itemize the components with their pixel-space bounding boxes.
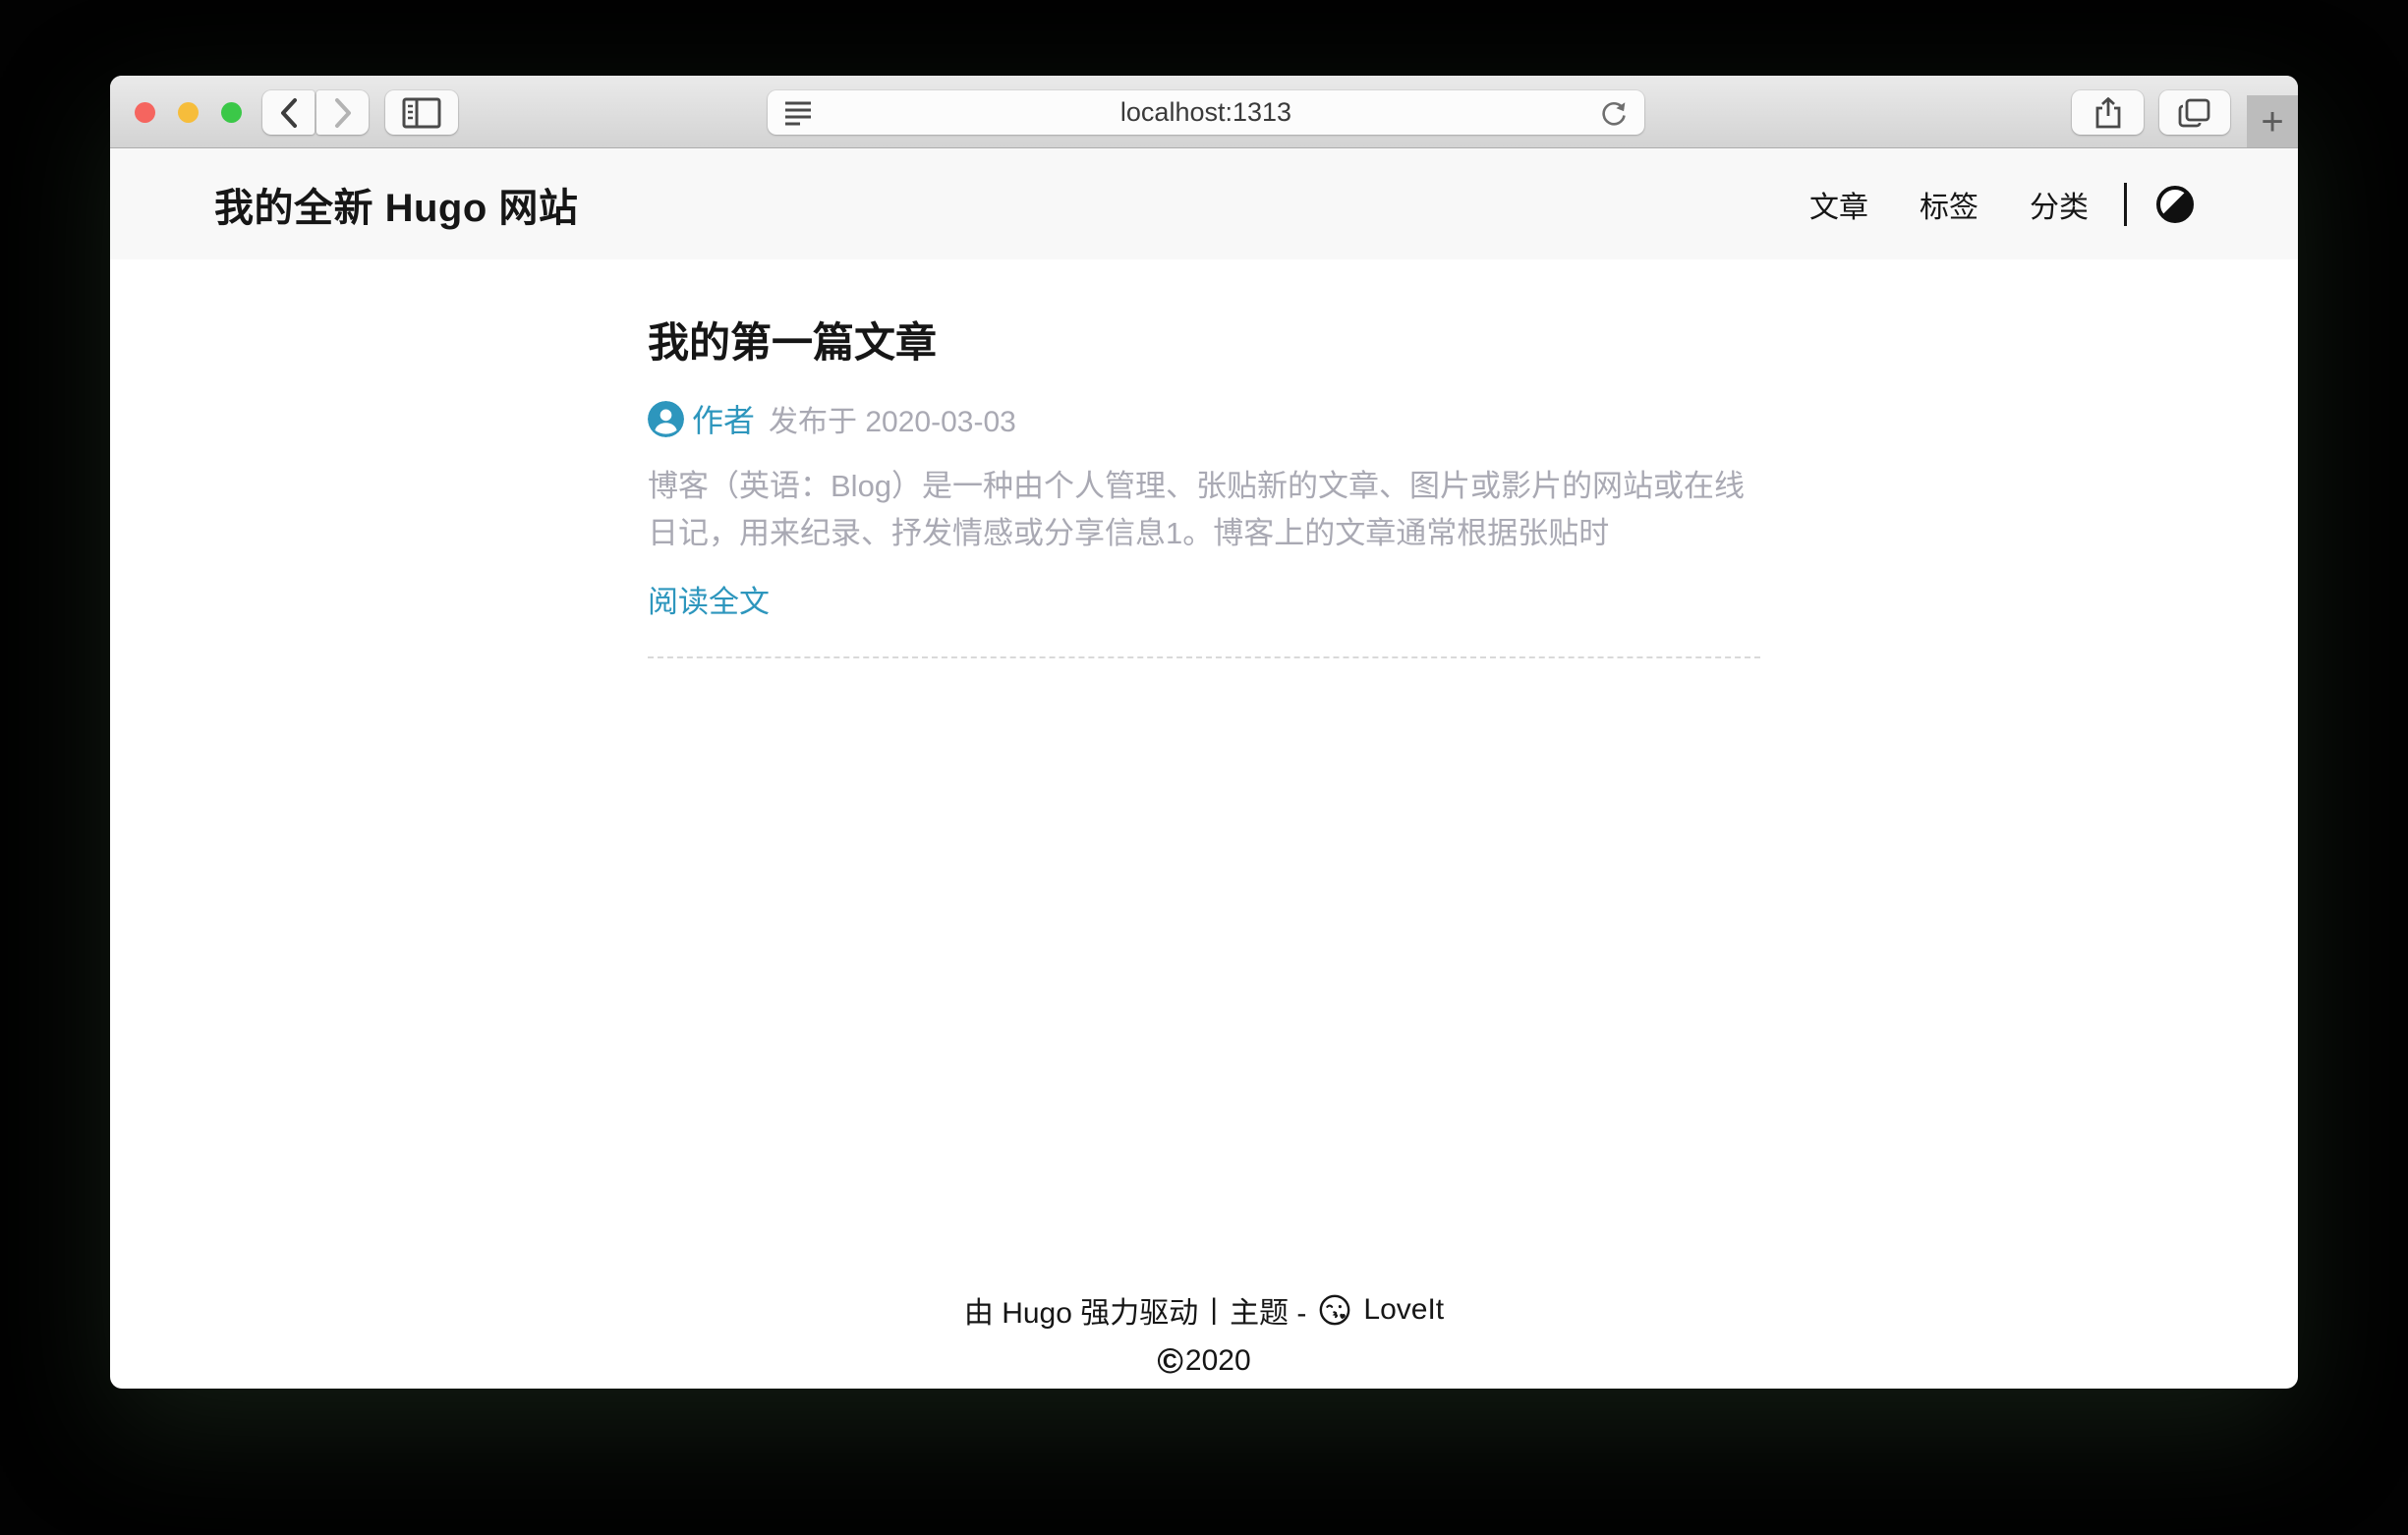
chevron-left-icon <box>279 97 299 129</box>
nav-item-posts[interactable]: 文章 <box>1809 183 1868 226</box>
footer-credits: 由 Hugo 强力驱动 | 主题 - LoveIt <box>110 1288 2298 1332</box>
share-button[interactable] <box>2072 90 2144 135</box>
copyright-year: 2020 <box>1185 1344 1251 1378</box>
powered-by-text: 由 Hugo 强力驱动 <box>964 1288 1198 1332</box>
tab-overview-button[interactable] <box>2159 90 2230 135</box>
browser-window: localhost:1313 <box>110 76 2298 1389</box>
sidebar-toggle-button[interactable] <box>385 90 458 135</box>
chevron-right-icon <box>333 97 353 129</box>
post-summary-card: 我的第一篇文章 作者 发布于 2020-03-03 博客（英语：Blog） <box>648 310 1760 658</box>
post-divider <box>648 656 1760 658</box>
reader-view-icon[interactable] <box>783 99 813 127</box>
close-window-button[interactable] <box>135 102 155 123</box>
url-text[interactable]: localhost:1313 <box>813 97 1599 128</box>
screenshot-canvas: localhost:1313 <box>0 0 2408 1535</box>
back-button[interactable] <box>262 90 315 135</box>
nav-item-categories[interactable]: 分类 <box>2030 183 2089 226</box>
user-circle-icon <box>648 401 684 437</box>
post-title[interactable]: 我的第一篇文章 <box>648 310 1760 370</box>
content-column: 我的第一篇文章 作者 发布于 2020-03-03 博客（英语：Blog） <box>648 259 1760 658</box>
footer-copyright: © 2020 <box>110 1343 2298 1379</box>
new-tab-button[interactable]: + <box>2247 95 2298 147</box>
post-meta: 作者 发布于 2020-03-03 <box>648 396 1760 441</box>
nav-divider <box>2124 183 2127 226</box>
theme-prefix-text: 主题 - <box>1230 1288 1306 1332</box>
post-author-link[interactable]: 作者 <box>692 396 755 441</box>
read-more-link[interactable]: 阅读全文 <box>648 577 770 621</box>
site-header: 我的全新 Hugo 网站 文章 标签 分类 <box>110 148 2298 259</box>
browser-toolbar: localhost:1313 <box>110 76 2298 148</box>
reload-icon[interactable] <box>1599 98 1629 128</box>
footer-separator: | <box>1210 1293 1218 1327</box>
theme-toggle-icon[interactable] <box>2156 186 2194 223</box>
nav-item-tags[interactable]: 标签 <box>1920 183 1978 226</box>
face-blowing-kiss-icon <box>1318 1293 1351 1327</box>
address-bar[interactable]: localhost:1313 <box>768 90 1644 135</box>
minimize-window-button[interactable] <box>178 102 199 123</box>
sidebar-icon <box>402 97 441 129</box>
site-footer: 由 Hugo 强力驱动 | 主题 - LoveIt © 2020 <box>110 1288 2298 1389</box>
tabs-overview-icon <box>2178 97 2211 129</box>
post-date: 发布于 2020-03-03 <box>769 397 1016 440</box>
site-title[interactable]: 我的全新 Hugo 网站 <box>214 176 578 233</box>
page-main: 我的第一篇文章 作者 发布于 2020-03-03 博客（英语：Blog） <box>110 259 2298 1288</box>
site-nav: 文章 标签 分类 <box>1758 183 2194 226</box>
theme-name-link[interactable]: LoveIt <box>1363 1293 1444 1327</box>
forward-button[interactable] <box>316 90 369 135</box>
post-summary-text: 博客（英语：Blog）是一种由个人管理、张贴新的文章、图片或影片的网站或在线日记… <box>648 463 1760 557</box>
share-icon <box>2093 96 2123 130</box>
zoom-window-button[interactable] <box>221 102 242 123</box>
copyright-icon: © <box>1157 1343 1183 1379</box>
